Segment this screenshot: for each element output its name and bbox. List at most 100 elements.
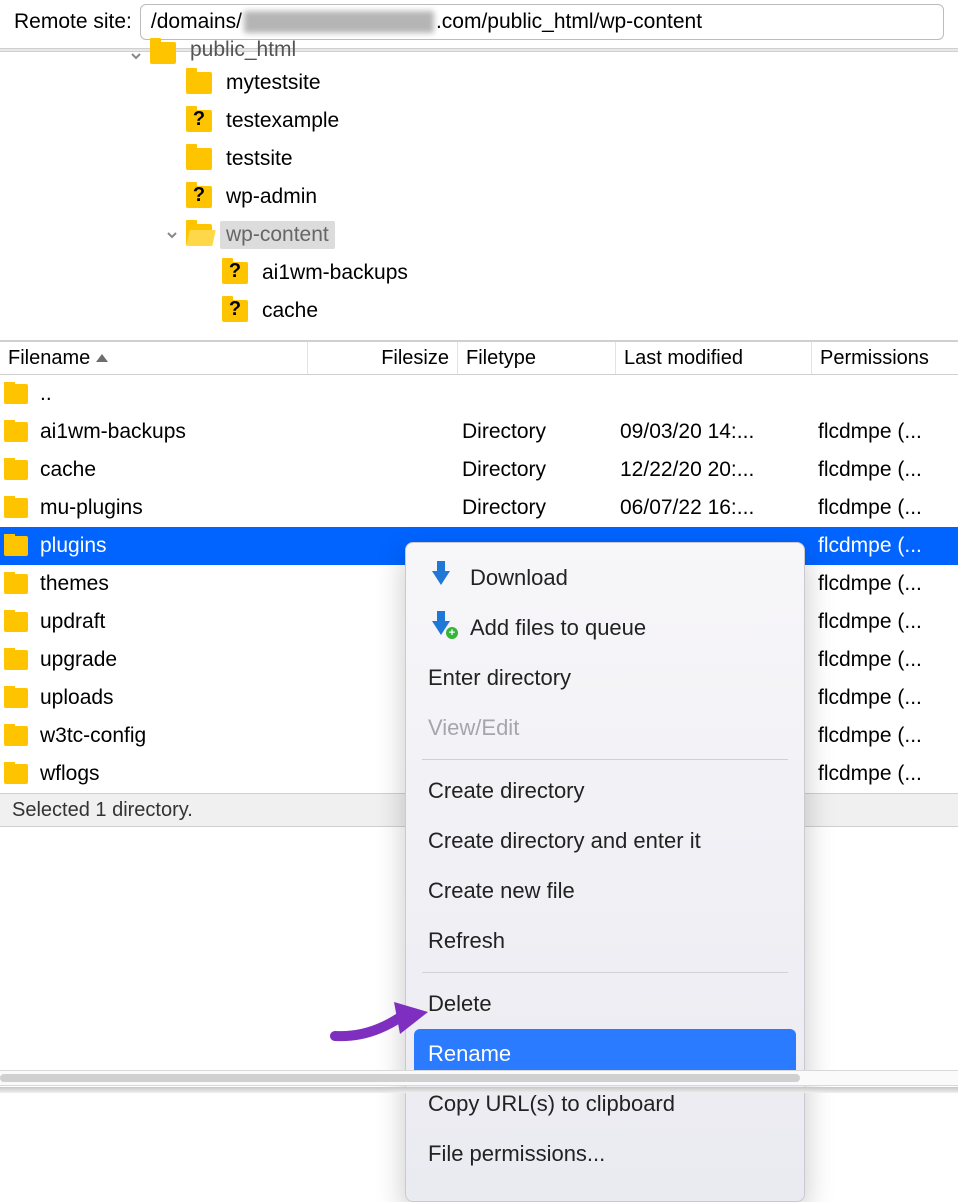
folder-icon <box>186 72 212 94</box>
folder-icon <box>4 498 28 518</box>
col-filesize[interactable]: Filesize <box>308 342 458 374</box>
file-type: Directory <box>458 496 616 520</box>
tree-item[interactable]: testsite <box>0 140 958 178</box>
file-name: .. <box>40 382 52 406</box>
col-filetype[interactable]: Filetype <box>458 342 616 374</box>
menu-file-perm-label: File permissions... <box>428 1141 605 1167</box>
file-permissions: flcdmpe (... <box>812 648 958 672</box>
status-text: Selected 1 directory. <box>12 799 193 822</box>
menu-add-to-queue[interactable]: + Add files to queue <box>414 603 796 653</box>
menu-view-edit: View/Edit <box>414 703 796 753</box>
sort-asc-icon <box>96 354 108 362</box>
tree-label: cache <box>256 297 324 325</box>
folder-icon <box>4 422 28 442</box>
tree-label: wp-content <box>220 221 335 249</box>
folder-icon <box>4 688 28 708</box>
file-row[interactable]: cacheDirectory12/22/20 20:...flcdmpe (..… <box>0 451 958 489</box>
file-modified: 06/07/22 16:... <box>616 496 812 520</box>
tree-label: wp-admin <box>220 183 323 211</box>
unknown-folder-icon <box>186 186 212 208</box>
menu-create-directory-enter[interactable]: Create directory and enter it <box>414 816 796 866</box>
tree-label: mytestsite <box>220 69 327 97</box>
col-permissions[interactable]: Permissions <box>812 342 958 374</box>
chevron-down-icon[interactable] <box>128 48 144 64</box>
tree-item[interactable]: wp-content <box>0 216 958 254</box>
tree-item[interactable]: wp-admin <box>0 178 958 216</box>
menu-create-dir-enter-label: Create directory and enter it <box>428 828 701 854</box>
add-queue-icon: + <box>428 621 454 635</box>
tree-item[interactable]: mytestsite <box>0 64 958 102</box>
folder-icon <box>4 384 28 404</box>
file-permissions: flcdmpe (... <box>812 572 958 596</box>
menu-view-edit-label: View/Edit <box>428 715 519 741</box>
menu-download[interactable]: Download <box>414 553 796 603</box>
menu-add-queue-label: Add files to queue <box>470 615 646 641</box>
file-modified: 12/22/20 20:... <box>616 458 812 482</box>
horizontal-scrollbar[interactable] <box>0 1070 958 1086</box>
file-permissions: flcdmpe (... <box>812 496 958 520</box>
tree-item[interactable]: ai1wm-backups <box>0 254 958 292</box>
col-filename[interactable]: Filename <box>0 342 308 374</box>
menu-delete[interactable]: Delete <box>414 979 796 1029</box>
file-permissions: flcdmpe (... <box>812 686 958 710</box>
menu-delete-label: Delete <box>428 991 492 1017</box>
file-name: mu-plugins <box>40 496 143 520</box>
file-type: Directory <box>458 420 616 444</box>
col-lastmodified-label: Last modified <box>624 347 743 370</box>
file-permissions: flcdmpe (... <box>812 458 958 482</box>
col-filetype-label: Filetype <box>466 347 536 370</box>
context-menu: Download + Add files to queue Enter dire… <box>405 542 805 1202</box>
menu-refresh[interactable]: Refresh <box>414 916 796 966</box>
scrollbar-thumb[interactable] <box>0 1074 800 1082</box>
menu-separator <box>422 972 788 973</box>
col-lastmodified[interactable]: Last modified <box>616 342 812 374</box>
remote-site-label: Remote site: <box>14 10 132 34</box>
menu-download-label: Download <box>470 565 568 591</box>
tree-item-public-html[interactable]: public_html <box>0 38 958 64</box>
download-icon <box>428 571 454 585</box>
folder-icon <box>150 42 176 64</box>
menu-enter-directory[interactable]: Enter directory <box>414 653 796 703</box>
folder-icon <box>4 612 28 632</box>
menu-separator <box>422 759 788 760</box>
remote-path-input[interactable]: /domains/ .com/public_html/wp-content <box>140 4 944 40</box>
folder-icon <box>4 574 28 594</box>
file-permissions: flcdmpe (... <box>812 420 958 444</box>
menu-create-directory[interactable]: Create directory <box>414 766 796 816</box>
tree-item[interactable]: testexample <box>0 102 958 140</box>
file-list-header: Filename Filesize Filetype Last modified… <box>0 341 958 375</box>
file-name: wflogs <box>40 762 100 786</box>
folder-icon <box>4 650 28 670</box>
tree-label: public_html <box>184 38 302 64</box>
file-modified: 09/03/20 14:... <box>616 420 812 444</box>
menu-create-file-label: Create new file <box>428 878 575 904</box>
folder-icon <box>4 460 28 480</box>
tree-item[interactable]: cache <box>0 292 958 330</box>
menu-file-permissions[interactable]: File permissions... <box>414 1129 796 1179</box>
remote-tree: public_html mytestsite testexample testsit… <box>0 34 958 341</box>
tree-label: testexample <box>220 107 345 135</box>
path-redacted <box>244 11 434 33</box>
file-row[interactable]: mu-plugins Directory06/07/22 16:...flcdmp… <box>0 489 958 527</box>
file-row[interactable]: ai1wm-backups Directory09/03/20 14:...flc… <box>0 413 958 451</box>
menu-create-file[interactable]: Create new file <box>414 866 796 916</box>
file-permissions: flcdmpe (... <box>812 610 958 634</box>
path-suffix: .com/public_html/wp-content <box>436 10 702 34</box>
col-filesize-label: Filesize <box>381 347 449 370</box>
folder-icon <box>4 726 28 746</box>
menu-create-dir-label: Create directory <box>428 778 585 804</box>
open-folder-icon <box>186 224 212 246</box>
panel-edge <box>0 1087 958 1093</box>
file-permissions: flcdmpe (... <box>812 724 958 748</box>
file-name: plugins <box>40 534 107 558</box>
file-name: ai1wm-backups <box>40 420 186 444</box>
file-permissions: flcdmpe (... <box>812 534 958 558</box>
file-row[interactable]: .. <box>0 375 958 413</box>
col-filename-label: Filename <box>8 347 90 370</box>
folder-icon <box>4 764 28 784</box>
file-type: Directory <box>458 458 616 482</box>
tree-label: testsite <box>220 145 299 173</box>
unknown-folder-icon <box>222 300 248 322</box>
chevron-down-icon[interactable] <box>164 227 180 243</box>
file-name: updraft <box>40 610 105 634</box>
